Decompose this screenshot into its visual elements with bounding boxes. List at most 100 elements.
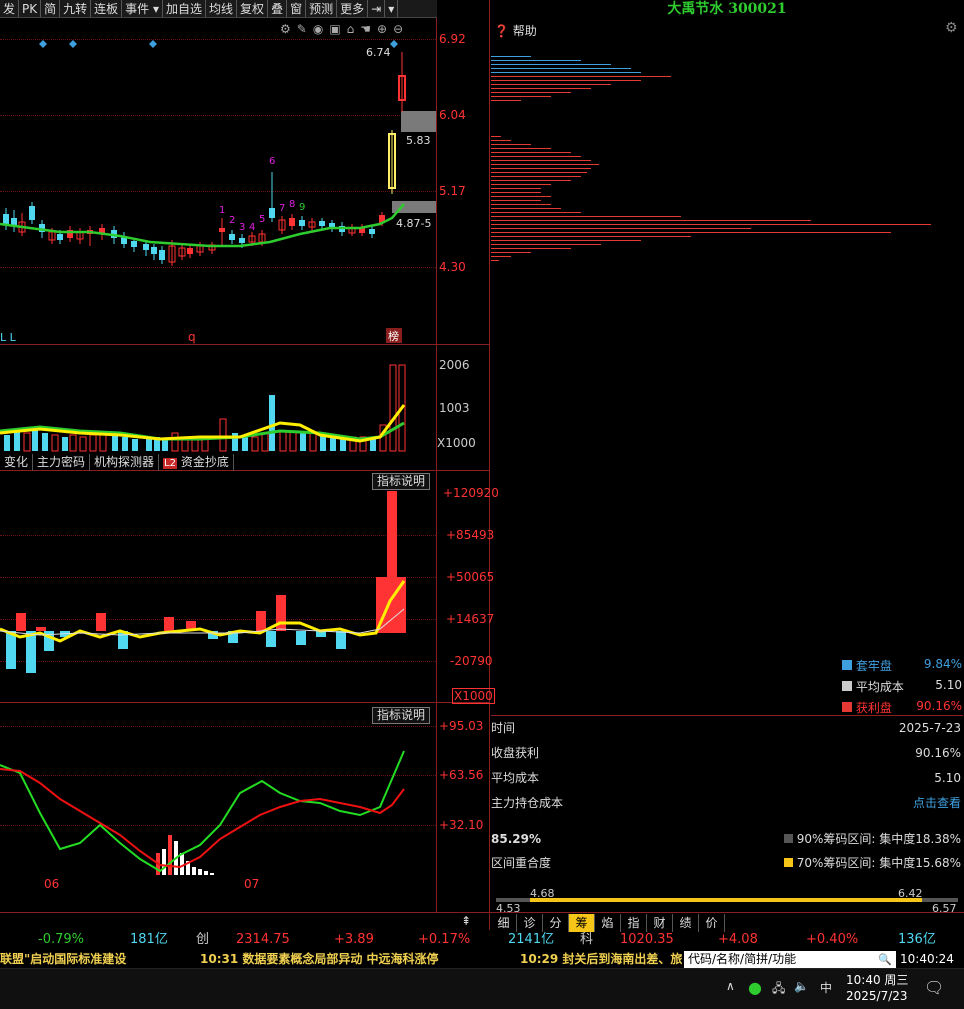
help-label: 帮助 — [512, 24, 537, 38]
indicator2-chart — [0, 750, 405, 875]
tab-index[interactable]: 指 — [621, 914, 647, 932]
rank-badge: 榜 — [388, 329, 399, 343]
indicator2-line-green — [0, 750, 405, 873]
ind1-tick: -20790 — [450, 654, 493, 668]
toolbar-window[interactable]: 窗 — [287, 0, 307, 17]
ind1-tick: +85493 — [446, 528, 495, 542]
chart-divider — [436, 18, 437, 913]
index-amount: 2141亿 — [508, 932, 555, 947]
tab-bottom-fishing[interactable]: L2 资金抄底 — [159, 454, 234, 471]
index-pct: +0.40% — [806, 932, 859, 947]
ind1-tick: +120920 — [443, 486, 499, 500]
index-change: +3.89 — [334, 932, 374, 947]
volume-unit: X1000 — [437, 436, 476, 450]
toolbar-adjust[interactable]: 复权 — [237, 0, 269, 17]
news-ticker: 联盟"启动国际标准建设 10:31 数据要素概念局部异动 中远海科涨停 10:2… — [0, 950, 964, 968]
tab-minute[interactable]: 分 — [543, 914, 569, 932]
concentration-pct: 85.29% — [491, 832, 541, 846]
index-tag[interactable]: 科 — [580, 931, 593, 949]
tab-price[interactable]: 价 — [699, 914, 725, 932]
news-item[interactable]: 10:29 封关后到海南出差、旅 — [520, 950, 682, 968]
toolbar-lianban[interactable]: 连板 — [91, 0, 123, 17]
search-input[interactable]: 代码/名称/简拼/功能 🔍 — [684, 951, 896, 968]
tab-detail[interactable]: 细 — [491, 914, 517, 932]
legend-row: 套牢盘 9.84% — [842, 657, 962, 678]
index-tag[interactable]: 创 — [196, 931, 209, 949]
scroll-top-icon[interactable]: ⇞ — [461, 914, 471, 928]
ll-label: L L — [0, 331, 17, 344]
tab-main-force-code[interactable]: 主力密码 — [33, 454, 91, 471]
news-item[interactable]: 联盟"启动国际标准建设 — [0, 950, 126, 968]
volume-tick: 1003 — [439, 401, 470, 415]
news-item[interactable]: 10:31 数据要素概念局部异动 中远海科涨停 — [200, 950, 439, 968]
tab-chips[interactable]: 筹 — [569, 914, 595, 932]
toolbar-jian[interactable]: 简 — [41, 0, 61, 17]
event-marker — [390, 40, 398, 48]
app-tray-icon[interactable]: ● — [748, 978, 762, 997]
tab-institution-detector[interactable]: 机构探测器 — [90, 454, 160, 471]
row-label: 收盘获利 — [491, 746, 540, 760]
seq-number: 2 — [229, 215, 235, 226]
taskbar-time[interactable]: 10:40 周三 — [846, 971, 908, 988]
volume-chart — [0, 364, 406, 452]
legend-row: 平均成本 5.10 — [842, 678, 962, 699]
c70-text: 70%筹码区间: 集中度15.68% — [796, 856, 961, 870]
tab-flame[interactable]: 焰 — [595, 914, 621, 932]
l2-badge: L2 — [163, 458, 177, 469]
seq-number: 3 — [239, 222, 245, 233]
toolbar-add-favorite[interactable]: 加自选 — [163, 0, 207, 17]
chevron-down-icon[interactable]: ▾ — [385, 0, 399, 17]
toolbar-more[interactable]: 更多 — [337, 0, 369, 17]
overlap-label: 区间重合度 — [491, 856, 552, 870]
toolbar-predict[interactable]: 预测 — [306, 0, 338, 17]
taskbar-date[interactable]: 2025/7/23 — [846, 989, 908, 1003]
clock: 10:40:24 — [900, 952, 954, 966]
chart-toolbar: 发 PK 简 九转 连板 事件 ▾ 加自选 均线 复权 叠 窗 预测 更多 ⇥ … — [0, 0, 437, 18]
candles — [3, 52, 406, 266]
toolbar-ma[interactable]: 均线 — [206, 0, 238, 17]
volume-icon[interactable]: 🔈 — [794, 979, 809, 993]
high-label: 6.74 — [366, 46, 391, 59]
toolbar-pk[interactable]: PK — [19, 0, 42, 17]
notification-icon[interactable]: 🗨 — [924, 978, 944, 997]
chip-row-main-cost: 主力持仓成本 点击查看 — [491, 793, 963, 813]
chip-legend: 套牢盘 9.84% 平均成本 5.10 获利盘 90.16% — [842, 657, 962, 720]
date-label: 06 — [44, 877, 60, 891]
seq-number: 5 — [259, 214, 265, 225]
price-tick: 4.30 — [439, 260, 466, 274]
index-value: 1020.35 — [620, 932, 674, 947]
event-marker — [149, 40, 157, 48]
tab-bottom-fishing-label: 资金抄底 — [180, 455, 229, 469]
chip-bars-red — [491, 76, 931, 261]
indicator2-line-red — [0, 768, 405, 869]
chevron-up-icon[interactable]: ∧ — [726, 979, 735, 993]
row-label: 主力持仓成本 — [491, 796, 564, 810]
toolbar-fa[interactable]: 发 — [0, 0, 20, 17]
seq-number: 7 — [279, 203, 285, 214]
search-icon[interactable]: 🔍 — [878, 951, 892, 968]
exit-icon[interactable]: ⇥ — [368, 0, 386, 17]
legend-swatch — [842, 702, 852, 712]
toolbar-jiuzhuan[interactable]: 九转 — [60, 0, 92, 17]
legend-row: 获利盘 90.16% — [842, 699, 962, 720]
gear-icon[interactable]: ⚙ — [945, 20, 958, 36]
tab-performance[interactable]: 绩 — [673, 914, 699, 932]
index-pct: -0.79% — [38, 932, 84, 947]
legend-label: 获利盘 — [855, 701, 892, 715]
legend-label: 平均成本 — [855, 680, 904, 694]
row-label: 平均成本 — [491, 771, 540, 785]
tab-change[interactable]: 变化 — [0, 454, 34, 471]
main-cost-link[interactable]: 点击查看 — [913, 793, 961, 813]
ime-indicator[interactable]: 中 — [820, 979, 832, 996]
help-link[interactable]: ❓ 帮助 — [494, 22, 537, 39]
event-marker — [69, 40, 77, 48]
network-icon[interactable]: 🖧 — [772, 979, 785, 1000]
legend-value: 9.84% — [923, 657, 962, 671]
tab-finance[interactable]: 财 — [647, 914, 673, 932]
indicator-tabs: 变化 主力密码 机构探测器 L2 资金抄底 — [0, 454, 234, 471]
ind2-tick: +63.56 — [439, 768, 484, 782]
price-tick: 6.92 — [439, 32, 466, 46]
toolbar-overlay[interactable]: 叠 — [268, 0, 288, 17]
toolbar-events[interactable]: 事件 ▾ — [122, 0, 164, 17]
tab-diagnose[interactable]: 诊 — [517, 914, 543, 932]
